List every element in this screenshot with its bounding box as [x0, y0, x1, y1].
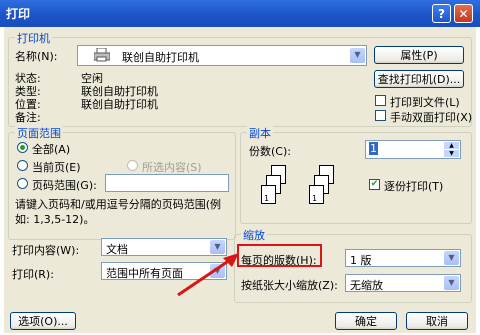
- page-icon: 1: [309, 185, 324, 204]
- copies-group-label: 副本: [247, 125, 273, 141]
- help-button[interactable]: ?: [432, 4, 451, 23]
- chevron-down-icon[interactable]: ▼: [444, 251, 459, 265]
- comment-label: 备注:: [15, 111, 41, 124]
- chevron-down-icon[interactable]: ▼: [350, 48, 365, 63]
- find-printer-button[interactable]: 查找打印机(D)...: [374, 70, 464, 88]
- ok-button[interactable]: 确定: [335, 312, 397, 330]
- page-icon: 1: [261, 185, 276, 204]
- radio-current-page[interactable]: [17, 160, 28, 171]
- location-value: 联创自助打印机: [81, 98, 158, 111]
- scale-value: 无缩放: [350, 279, 383, 292]
- printer-name-label: 名称(N):: [15, 50, 58, 63]
- radio-current-page-label: 当前页(E): [32, 161, 81, 174]
- print-range-value: 范围中所有页面: [106, 267, 183, 280]
- pages-per-sheet-value: 1 版: [350, 254, 372, 267]
- stepper-up-icon[interactable]: ▲: [444, 142, 459, 149]
- print-what-label: 打印内容(W):: [12, 244, 80, 257]
- collate-stack-1: 3 2 1: [261, 163, 305, 213]
- print-to-file-checkbox[interactable]: [375, 95, 386, 106]
- radio-all[interactable]: [17, 142, 28, 153]
- zoom-group-label: 缩放: [241, 227, 267, 243]
- printer-icon: [93, 47, 111, 62]
- collate-stack-2: 3 2 1: [309, 163, 353, 213]
- printer-group: 打印机 名称(N): 联创自助打印机 ▼ 状态: 空闲 类型: 联创自助打印机 …: [8, 30, 473, 127]
- radio-selection-label: 所选内容(S): [142, 161, 202, 174]
- window-title: 打印: [6, 7, 31, 21]
- manual-duplex-checkbox[interactable]: [375, 110, 386, 121]
- radio-selection[interactable]: [127, 160, 138, 171]
- highlight-box: [237, 244, 322, 267]
- page-numbers-input[interactable]: [105, 174, 229, 192]
- close-button[interactable]: ✕: [454, 4, 473, 23]
- manual-duplex-label: 手动双面打印(X): [390, 111, 473, 124]
- title-bar: 打印 ? ✕: [0, 0, 480, 27]
- properties-button[interactable]: 属性(P): [374, 46, 464, 64]
- stepper-down-icon[interactable]: ▼: [444, 150, 459, 157]
- page-range-group-label: 页面范围: [15, 125, 63, 141]
- scale-select[interactable]: 无缩放 ▼: [345, 274, 461, 292]
- radio-page-numbers[interactable]: [17, 178, 28, 189]
- radio-all-label: 全部(A): [32, 143, 71, 156]
- printer-name-value: 联创自助打印机: [122, 51, 199, 64]
- printer-name-select[interactable]: 联创自助打印机 ▼: [77, 45, 367, 66]
- page-range-hint: 请键入页码和/或用逗号分隔的页码范围(例如: 1,3,5-12)。: [15, 198, 221, 226]
- scale-label: 按纸张大小缩放(Z):: [241, 279, 338, 292]
- radio-page-numbers-label: 页码范围(G):: [32, 179, 97, 192]
- page-range-group: 页面范围 全部(A) 当前页(E) 所选内容(S) 页码范围(G): 请键入页码…: [8, 125, 236, 240]
- copies-group: 副本 份数(C): 1 ▲ ▼ 3 2 1 3 2 1 ✔ 逐份打印(T): [240, 125, 472, 224]
- collate-label: 逐份打印(T): [384, 180, 444, 193]
- print-to-file-label: 打印到文件(L): [390, 96, 460, 109]
- printer-group-label: 打印机: [15, 30, 52, 46]
- collate-checkbox[interactable]: ✔: [369, 179, 380, 190]
- copies-count-value: 1: [369, 142, 378, 155]
- print-range-label: 打印(R):: [12, 268, 54, 281]
- copies-count-label: 份数(C):: [249, 145, 291, 158]
- print-what-value: 文档: [106, 243, 128, 256]
- cancel-button[interactable]: 取消: [406, 312, 468, 330]
- pages-per-sheet-select[interactable]: 1 版 ▼: [345, 249, 461, 267]
- chevron-down-icon[interactable]: ▼: [444, 276, 459, 290]
- annotation-arrow-icon: [177, 253, 239, 297]
- copies-count-stepper[interactable]: 1 ▲ ▼: [365, 140, 461, 159]
- options-button[interactable]: 选项(O)...: [10, 312, 76, 330]
